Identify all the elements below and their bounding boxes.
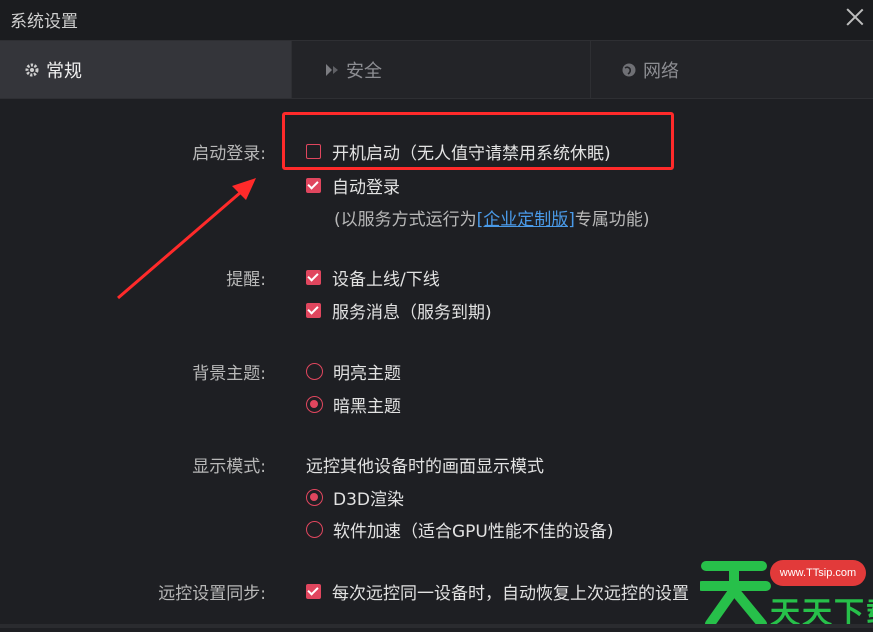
watermark-url: www.TTsip.com	[770, 560, 866, 586]
annotation-arrow	[117, 178, 256, 300]
bottom-strip	[0, 624, 873, 628]
